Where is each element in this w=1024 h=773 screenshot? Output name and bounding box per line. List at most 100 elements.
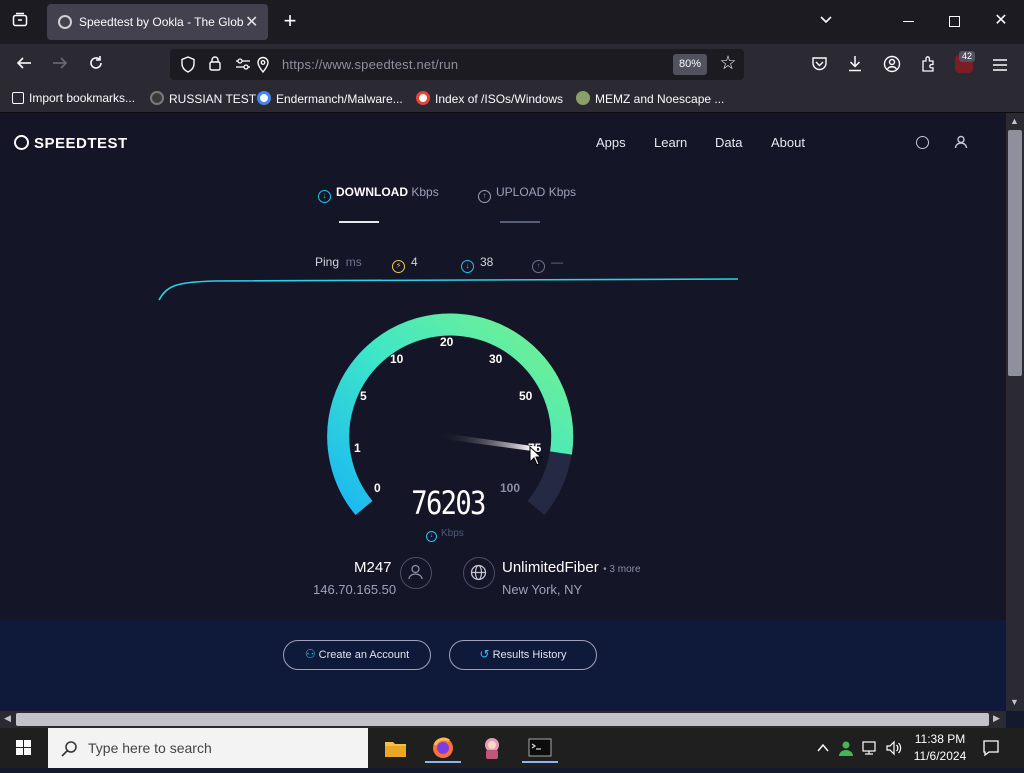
- bookmark-memz[interactable]: MEMZ and Noescape ...: [576, 91, 724, 106]
- help-icon[interactable]: [916, 136, 929, 149]
- tab-title: Speedtest by Ookla - The Global Broadban…: [79, 15, 244, 29]
- results-history-button[interactable]: ↺ Results History: [449, 640, 597, 670]
- bookmark-endermanch-malware[interactable]: Endermanch/Malware...: [257, 91, 403, 106]
- pocket-icon[interactable]: [811, 56, 828, 77]
- github-icon: [150, 91, 164, 105]
- user-tray-icon[interactable]: [838, 739, 854, 762]
- download-tab: ↓ DOWNLOAD Kbps: [318, 185, 439, 203]
- gauge-tick-30: 30: [489, 352, 503, 366]
- scroll-down-icon[interactable]: ▼: [1010, 697, 1019, 707]
- ping-download-value: 38: [480, 255, 494, 269]
- extension-badge-count: 42: [959, 51, 976, 62]
- bookmark-label: Index of /ISOs/Windows: [435, 92, 564, 106]
- forward-icon[interactable]: [50, 54, 70, 77]
- speedtest-logo[interactable]: SPEEDTEST: [14, 135, 128, 152]
- ping-label-group: Ping ms: [315, 255, 362, 269]
- ping-idle-value: 4: [411, 255, 418, 269]
- notification-center-icon[interactable]: [982, 739, 1000, 762]
- network-icon[interactable]: [862, 740, 880, 761]
- ping-label: Ping: [315, 255, 340, 269]
- upload-arrow-icon: ↑: [478, 190, 491, 203]
- zoom-level-button[interactable]: 80%: [673, 54, 707, 75]
- taskbar-search-box[interactable]: Type here to search: [48, 728, 368, 768]
- upload-unit: Kbps: [548, 185, 577, 199]
- bookmark-star-icon[interactable]: ☆: [718, 54, 738, 74]
- nav-about[interactable]: About: [771, 135, 805, 150]
- upload-tab: ↑ UPLOAD Kbps: [478, 185, 576, 203]
- start-button[interactable]: [0, 728, 48, 768]
- mouse-cursor-icon: [529, 445, 543, 471]
- scroll-right-icon[interactable]: ▶: [993, 713, 1000, 724]
- list-all-tabs-icon[interactable]: [816, 12, 836, 32]
- gauge-tick-50: 50: [519, 389, 533, 403]
- nav-data[interactable]: Data: [715, 135, 742, 150]
- google-icon: [257, 91, 271, 105]
- new-tab-button[interactable]: +: [280, 10, 300, 32]
- speed-readout-value: 76203: [411, 484, 486, 522]
- bookmark-russian-test[interactable]: RUSSIAN TEST: [150, 91, 256, 106]
- gauge-tick-1: 1: [354, 441, 361, 455]
- tab-close-icon[interactable]: ✕: [245, 12, 258, 32]
- download-small-icon: ↓: [426, 531, 437, 542]
- reload-icon[interactable]: [86, 54, 106, 77]
- isp-name-group: UnlimitedFiber • 3 more: [502, 559, 641, 577]
- import-icon: [12, 92, 24, 104]
- create-account-button[interactable]: ⚇ Create an Account: [283, 640, 431, 670]
- vertical-scroll-thumb[interactable]: [1008, 130, 1022, 376]
- scroll-up-icon[interactable]: ▲: [1010, 116, 1019, 126]
- close-window-icon[interactable]: ✕: [991, 11, 1011, 31]
- minimize-icon[interactable]: [903, 21, 914, 22]
- taskbar-clock[interactable]: 11:38 PM 11/6/2024: [905, 732, 975, 763]
- globe-icon[interactable]: [463, 557, 495, 589]
- ping-download: ↓ 38: [461, 255, 493, 273]
- horizontal-scroll-thumb[interactable]: [16, 713, 989, 726]
- nav-apps[interactable]: Apps: [596, 135, 626, 150]
- user-circle-icon[interactable]: [400, 557, 432, 589]
- server-ip: 146.70.165.50: [313, 582, 397, 597]
- clock-date: 11/6/2024: [913, 749, 967, 763]
- upload-underline: [500, 221, 540, 223]
- tracking-protection-shield-icon[interactable]: [180, 56, 196, 78]
- lock-icon[interactable]: [208, 55, 222, 77]
- show-hidden-icons-chevron-icon[interactable]: [816, 741, 830, 759]
- bookmark-label: Endermanch/Malware...: [276, 92, 403, 106]
- tab-overview-icon[interactable]: [10, 12, 30, 33]
- bookmark-label: MEMZ and Noescape ...: [595, 92, 725, 106]
- url-text[interactable]: https://www.speedtest.net/run: [282, 57, 458, 72]
- google-icon: [416, 91, 430, 105]
- scroll-left-icon[interactable]: ◀: [4, 713, 11, 724]
- results-history-label: Results History: [492, 649, 567, 661]
- ping-idle: ⚡ 4: [392, 255, 418, 273]
- permissions-icon[interactable]: [235, 57, 251, 76]
- isp-location: New York, NY: [502, 582, 583, 597]
- anime-app-taskbar-icon[interactable]: [474, 733, 510, 763]
- downloads-icon[interactable]: [847, 55, 863, 78]
- logo-text: SPEEDTEST: [34, 135, 128, 152]
- location-permission-icon[interactable]: [256, 56, 270, 78]
- speed-readout-unit-group: ↓ Kbps: [426, 528, 464, 542]
- bookmark-label: Import bookmarks...: [29, 91, 136, 105]
- app-menu-icon[interactable]: [992, 58, 1008, 76]
- terminal-taskbar-icon[interactable]: [522, 733, 558, 763]
- ping-upload-value: —: [551, 255, 563, 269]
- history-icon: ↺: [479, 647, 490, 661]
- isp-more[interactable]: • 3 more: [603, 564, 640, 575]
- clock-time: 11:38 PM: [914, 732, 966, 746]
- gauge-tick-20: 20: [440, 335, 454, 349]
- extensions-icon[interactable]: [920, 55, 937, 77]
- restore-icon[interactable]: [949, 16, 960, 27]
- speedtest-gauge-icon: [14, 135, 29, 150]
- bookmark-iso-index[interactable]: Index of /ISOs/Windows: [416, 91, 563, 106]
- file-explorer-taskbar-icon[interactable]: [377, 733, 413, 763]
- volume-icon[interactable]: [885, 740, 903, 761]
- account-icon[interactable]: [883, 55, 901, 78]
- firefox-taskbar-icon[interactable]: [425, 733, 461, 763]
- download-arrow-icon: ↓: [318, 190, 331, 203]
- bookmark-import[interactable]: Import bookmarks...: [12, 91, 135, 105]
- speed-readout-unit: Kbps: [441, 528, 464, 539]
- back-icon[interactable]: [14, 54, 34, 77]
- user-profile-icon[interactable]: [954, 135, 968, 154]
- nav-learn[interactable]: Learn: [654, 135, 687, 150]
- ping-upload: ↑ —: [532, 255, 563, 273]
- browser-tab-active[interactable]: Speedtest by Ookla - The Global Broadban…: [47, 4, 268, 40]
